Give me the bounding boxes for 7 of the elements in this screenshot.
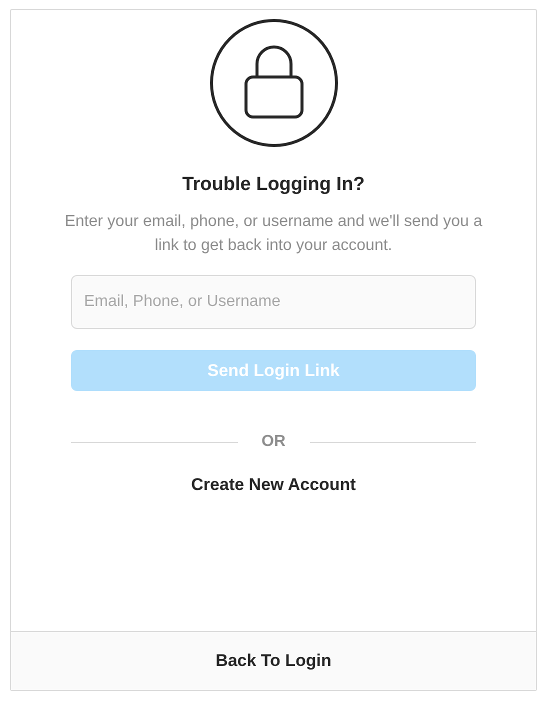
instructions-text: Enter your email, phone, or username and we'll send you a link to get back into your account. bbox=[64, 212, 484, 256]
back-to-login-button[interactable]: Back To Login bbox=[11, 631, 536, 690]
identifier-field[interactable]: Email, Phone, or Username bbox=[71, 275, 476, 329]
page-title: Trouble Logging In? bbox=[182, 173, 365, 197]
lock-icon bbox=[208, 18, 338, 148]
create-account-link[interactable]: Create New Account bbox=[191, 475, 356, 495]
divider-label: OR bbox=[260, 433, 286, 451]
